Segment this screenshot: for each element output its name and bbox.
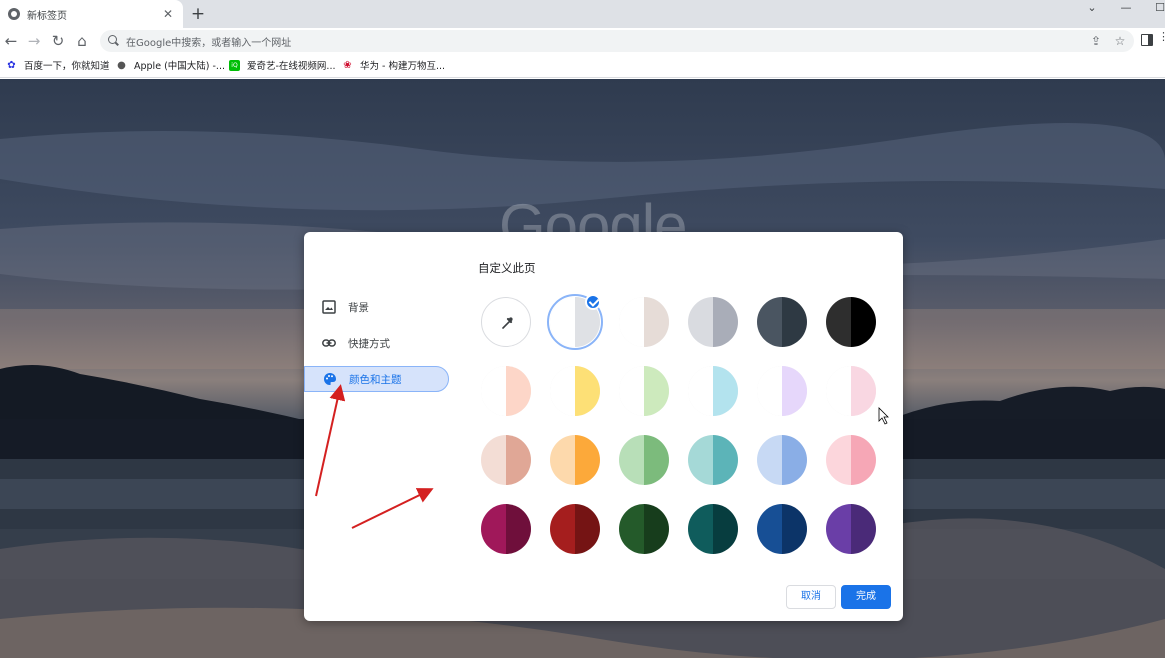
nav-label: 颜色和主题 bbox=[349, 373, 402, 386]
huawei-icon: ❀ bbox=[343, 59, 352, 71]
bookmark-iqiyi[interactable]: iQ 爱奇艺-在线视频网... bbox=[229, 54, 336, 76]
color-swatch[interactable] bbox=[757, 504, 807, 554]
eyedropper-icon bbox=[502, 317, 513, 329]
address-bar[interactable]: 在Google中搜索，或者输入一个网址 ⇪ ☆ bbox=[100, 30, 1134, 52]
color-swatch[interactable] bbox=[688, 297, 738, 347]
background-image-icon bbox=[322, 300, 336, 314]
dialog-title: 自定义此页 bbox=[478, 261, 536, 275]
forward-icon[interactable]: → bbox=[24, 31, 44, 51]
custom-color-picker[interactable] bbox=[481, 297, 531, 347]
color-swatch[interactable] bbox=[757, 366, 807, 416]
color-swatch[interactable] bbox=[481, 435, 531, 485]
chrome-icon bbox=[8, 8, 20, 20]
search-icon bbox=[108, 35, 120, 47]
color-swatch[interactable] bbox=[550, 366, 600, 416]
color-swatch[interactable] bbox=[619, 297, 669, 347]
tab-title: 新标签页 bbox=[27, 10, 67, 22]
color-swatch[interactable] bbox=[550, 435, 600, 485]
home-icon[interactable]: ⌂ bbox=[72, 31, 92, 51]
color-swatch[interactable] bbox=[757, 297, 807, 347]
color-swatch[interactable] bbox=[619, 366, 669, 416]
tab-new-tab[interactable]: 新标签页 ✕ bbox=[0, 0, 183, 28]
color-swatch[interactable] bbox=[688, 504, 738, 554]
reload-icon[interactable]: ↻ bbox=[48, 31, 68, 51]
nav-shortcuts[interactable]: 快捷方式 bbox=[304, 330, 449, 356]
new-tab-button[interactable]: + bbox=[188, 4, 208, 24]
apple-icon: ● bbox=[117, 59, 126, 71]
toolbar: ← → ↻ ⌂ 在Google中搜索，或者输入一个网址 ⇪ ☆ ⋮ bbox=[0, 28, 1165, 54]
tab-search-icon[interactable]: ⌄ bbox=[1082, 1, 1102, 15]
minimize-icon[interactable]: — bbox=[1116, 1, 1136, 15]
bookmark-label: Apple (中国大陆) -... bbox=[134, 61, 225, 72]
close-tab-icon[interactable]: ✕ bbox=[161, 7, 175, 21]
color-swatch[interactable] bbox=[826, 297, 876, 347]
color-swatch[interactable] bbox=[619, 435, 669, 485]
share-icon[interactable]: ⇪ bbox=[1086, 31, 1106, 51]
color-swatch[interactable] bbox=[550, 504, 600, 554]
bookmark-apple[interactable]: ● Apple (中国大陆) -... bbox=[116, 54, 225, 76]
address-input[interactable]: 在Google中搜索，或者输入一个网址 bbox=[126, 34, 1086, 49]
checkmark-icon bbox=[585, 294, 601, 310]
color-swatch[interactable] bbox=[619, 504, 669, 554]
maximize-icon[interactable]: ☐ bbox=[1150, 1, 1165, 15]
bookmark-label: 华为 - 构建万物互... bbox=[360, 61, 446, 72]
back-icon[interactable]: ← bbox=[1, 31, 21, 51]
bookmark-star-icon[interactable]: ☆ bbox=[1110, 31, 1130, 51]
color-swatch[interactable] bbox=[826, 435, 876, 485]
color-swatch[interactable] bbox=[688, 366, 738, 416]
link-icon bbox=[322, 339, 336, 347]
cancel-button[interactable]: 取消 bbox=[786, 585, 836, 609]
bookmark-label: 百度一下，你就知道 bbox=[24, 61, 110, 72]
nav-label: 快捷方式 bbox=[348, 337, 390, 350]
baidu-icon: ✿ bbox=[7, 59, 16, 71]
color-swatch[interactable] bbox=[688, 435, 738, 485]
nav-colors-and-themes[interactable]: 颜色和主题 bbox=[304, 366, 449, 392]
iqiyi-icon: iQ bbox=[229, 59, 240, 71]
side-panel-icon[interactable] bbox=[1141, 34, 1153, 46]
menu-icon[interactable]: ⋮ bbox=[1158, 31, 1165, 42]
nav-label: 背景 bbox=[348, 301, 369, 314]
bookmarks-bar: ✿ 百度一下，你就知道 ● Apple (中国大陆) -... iQ 爱奇艺-在… bbox=[0, 54, 1165, 78]
color-swatch[interactable] bbox=[481, 366, 531, 416]
color-swatch[interactable] bbox=[826, 366, 876, 416]
palette-icon bbox=[324, 373, 336, 385]
bookmark-label: 爱奇艺-在线视频网... bbox=[247, 61, 336, 72]
color-swatch[interactable] bbox=[757, 435, 807, 485]
color-swatch[interactable] bbox=[481, 504, 531, 554]
bookmark-huawei[interactable]: ❀ 华为 - 构建万物互... bbox=[342, 54, 445, 76]
customize-dialog: 自定义此页 背景 快捷方式 颜色和主题 取消 完成 bbox=[304, 232, 903, 621]
nav-background[interactable]: 背景 bbox=[304, 294, 449, 320]
done-button[interactable]: 完成 bbox=[841, 585, 891, 609]
title-bar: 新标签页 ✕ + ⌄ — ☐ bbox=[0, 0, 1165, 28]
bookmark-baidu[interactable]: ✿ 百度一下，你就知道 bbox=[6, 54, 110, 76]
color-swatch[interactable] bbox=[826, 504, 876, 554]
